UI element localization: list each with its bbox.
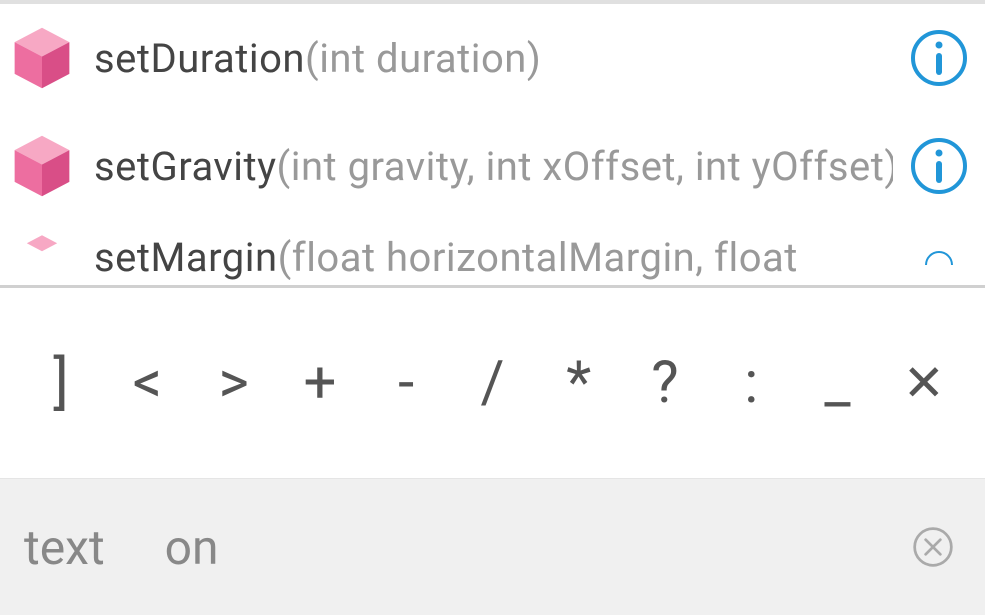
suggestion-label: setGravity(int gravity, int xOffset, int… <box>94 143 893 190</box>
suggestion-label: setMargin(float horizontalMargin, float <box>94 234 893 280</box>
method-name: setMargin <box>94 234 278 280</box>
method-name: setGravity <box>94 143 277 190</box>
method-name: setDuration <box>94 35 305 82</box>
suggestion-row[interactable]: setDuration(int duration) <box>0 4 985 112</box>
method-params: (float horizontalMargin, float <box>278 234 798 280</box>
suggestion-row[interactable]: setGravity(int gravity, int xOffset, int… <box>0 112 985 220</box>
info-icon[interactable] <box>909 250 969 280</box>
key-plus[interactable]: + <box>290 343 350 423</box>
info-icon[interactable] <box>909 28 969 88</box>
key-asterisk[interactable]: * <box>549 343 609 423</box>
key-less-than[interactable]: < <box>117 343 177 423</box>
key-greater-than[interactable]: > <box>204 343 264 423</box>
method-params: (int gravity, int xOffset, int yOffset) <box>277 143 893 190</box>
symbol-keyboard-row: ] < > + - / * ? : _ ✕ <box>0 288 985 478</box>
key-minus[interactable]: - <box>376 343 436 423</box>
key-question[interactable]: ? <box>635 343 695 423</box>
info-icon[interactable] <box>909 136 969 196</box>
clear-button[interactable] <box>909 523 957 571</box>
suggestion-row[interactable]: setMargin(float horizontalMargin, float <box>0 220 985 280</box>
clear-x-icon <box>911 525 955 569</box>
key-underscore[interactable]: _ <box>808 343 868 423</box>
key-right-bracket[interactable]: ] <box>31 343 91 423</box>
cube-icon <box>6 130 78 202</box>
key-colon[interactable]: : <box>721 343 781 423</box>
key-slash[interactable]: / <box>462 343 522 423</box>
cube-icon <box>6 22 78 94</box>
word-suggestion-bar: text on <box>0 478 985 615</box>
autocomplete-suggestions: setDuration(int duration) setGravity(int… <box>0 4 985 285</box>
method-params: (int duration) <box>305 35 541 82</box>
cube-icon <box>6 232 78 272</box>
suggestion-label: setDuration(int duration) <box>94 35 893 82</box>
word-suggestion[interactable]: text <box>24 519 105 576</box>
word-suggestion[interactable]: on <box>165 519 219 576</box>
key-close[interactable]: ✕ <box>894 343 954 423</box>
